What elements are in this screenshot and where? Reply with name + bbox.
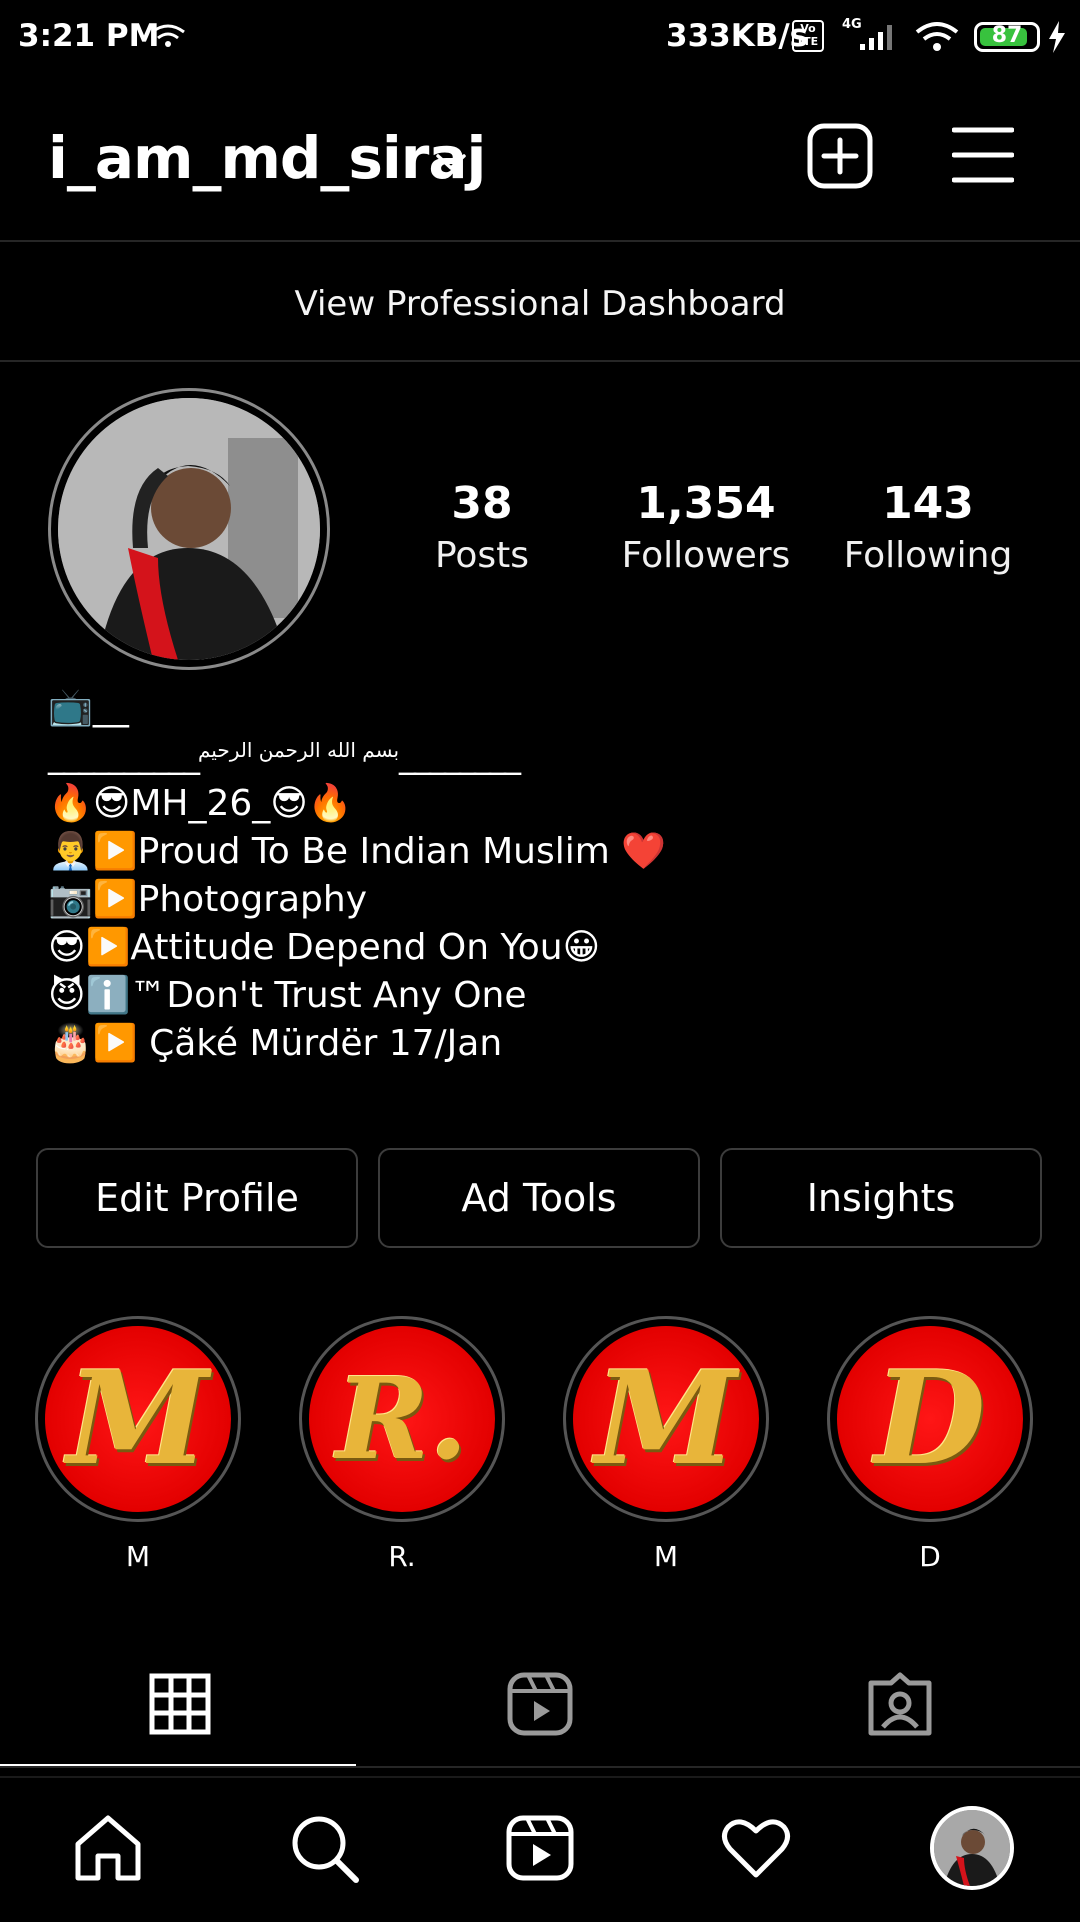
volte-icon: Vo LTE <box>792 20 824 52</box>
bio-separator: __________بسم الله الرحمن الرحيم________ <box>48 732 1028 780</box>
tab-posts-grid[interactable] <box>0 1644 360 1764</box>
bio-line: 🎂▶️ Çãké Mürdër 17/Jan <box>48 1023 503 1064</box>
bio-line: 😈ℹ️™Don't Trust Any One <box>48 975 527 1016</box>
wifi-icon <box>915 22 959 51</box>
highlight-label: R. <box>388 1540 416 1573</box>
highlight-ring: D <box>827 1316 1033 1522</box>
stat-following[interactable]: 143 Following <box>828 478 1028 576</box>
home-icon <box>75 1815 141 1881</box>
divider <box>0 360 1080 362</box>
status-time: 3:21 PM <box>18 18 160 54</box>
bio-line: 🔥😎MH_26_😎🔥 <box>48 783 353 824</box>
profile-username[interactable]: i_am_md_siraj <box>48 124 486 192</box>
edit-profile-button[interactable]: Edit Profile <box>36 1148 358 1248</box>
story-highlight[interactable]: M M <box>35 1316 241 1573</box>
bio-bismillah: بسم الله الرحمن الرحيم <box>198 738 401 762</box>
story-highlight[interactable]: D D <box>827 1316 1033 1573</box>
heart-icon <box>722 1819 790 1878</box>
profile-bio: 📺__ __________بسم الله الرحمن الرحيم____… <box>48 684 1028 1068</box>
signal-icon <box>860 25 892 50</box>
highlight-cover: R. <box>309 1326 495 1512</box>
stat-posts[interactable]: 38 Posts <box>382 478 582 576</box>
bio-line: 📺__ <box>48 687 129 728</box>
bio-separator-left: __________ <box>48 736 200 776</box>
bio-line: 👨‍💼▶️Proud To Be Indian Muslim ❤️ <box>48 831 667 872</box>
profile-avatar <box>930 1806 1014 1890</box>
reels-icon <box>506 1815 574 1881</box>
following-label: Following <box>843 535 1013 576</box>
battery-level: 87 <box>991 23 1023 48</box>
nav-search[interactable] <box>216 1776 432 1920</box>
highlight-cover: M <box>573 1326 759 1512</box>
highlight-label: M <box>125 1540 151 1573</box>
highlight-ring: M <box>563 1316 769 1522</box>
highlight-cover: D <box>837 1326 1023 1512</box>
divider <box>0 240 1080 242</box>
highlight-label: D <box>919 1540 941 1573</box>
posts-count: 38 <box>451 478 513 529</box>
search-icon <box>292 1816 359 1883</box>
followers-count: 1,354 <box>636 478 776 529</box>
battery-icon: 87 <box>974 22 1040 52</box>
story-highlight[interactable]: R. R. <box>299 1316 505 1573</box>
highlight-cover: M <box>45 1326 231 1512</box>
ad-tools-button[interactable]: Ad Tools <box>378 1148 700 1248</box>
reels-icon <box>507 1672 573 1736</box>
charging-icon <box>1049 21 1065 53</box>
grid-icon <box>149 1673 211 1735</box>
insights-button[interactable]: Insights <box>720 1148 1042 1248</box>
create-plus-icon[interactable] <box>806 122 874 190</box>
bio-line: 😎▶️Attitude Depend On You😀 <box>48 927 601 968</box>
highlight-ring: M <box>35 1316 241 1522</box>
divider <box>0 1766 1080 1768</box>
profile-photo-thumbnail <box>934 1810 1010 1886</box>
following-count: 143 <box>882 478 974 529</box>
status-bar: 3:21 PM 333KB/s Vo LTE 4G 87 <box>0 0 1080 78</box>
bio-line: 📷▶️Photography <box>48 879 368 920</box>
wifi-calling-icon <box>151 24 185 47</box>
tab-tagged[interactable] <box>720 1644 1080 1764</box>
nav-profile[interactable] <box>864 1776 1080 1920</box>
tab-reels[interactable] <box>360 1644 720 1764</box>
nav-reels[interactable] <box>432 1776 648 1920</box>
tagged-icon <box>868 1672 932 1736</box>
hamburger-menu-icon[interactable] <box>952 126 1014 184</box>
profile-photo-illustration <box>58 398 320 660</box>
profile-photo <box>58 398 320 660</box>
story-highlight[interactable]: M M <box>563 1316 769 1573</box>
highlight-ring: R. <box>299 1316 505 1522</box>
view-professional-dashboard-link[interactable]: View Professional Dashboard <box>0 244 1080 364</box>
network-speed: 333KB/s <box>666 18 809 54</box>
stat-followers[interactable]: 1,354 Followers <box>606 478 806 576</box>
posts-label: Posts <box>434 535 530 576</box>
nav-activity[interactable] <box>648 1776 864 1920</box>
nav-home[interactable] <box>0 1776 216 1920</box>
bio-separator-right: ________ <box>399 736 521 776</box>
highlight-label: M <box>653 1540 679 1573</box>
profile-avatar[interactable] <box>48 388 330 670</box>
chevron-down-icon[interactable] <box>434 150 468 174</box>
followers-label: Followers <box>621 535 791 576</box>
